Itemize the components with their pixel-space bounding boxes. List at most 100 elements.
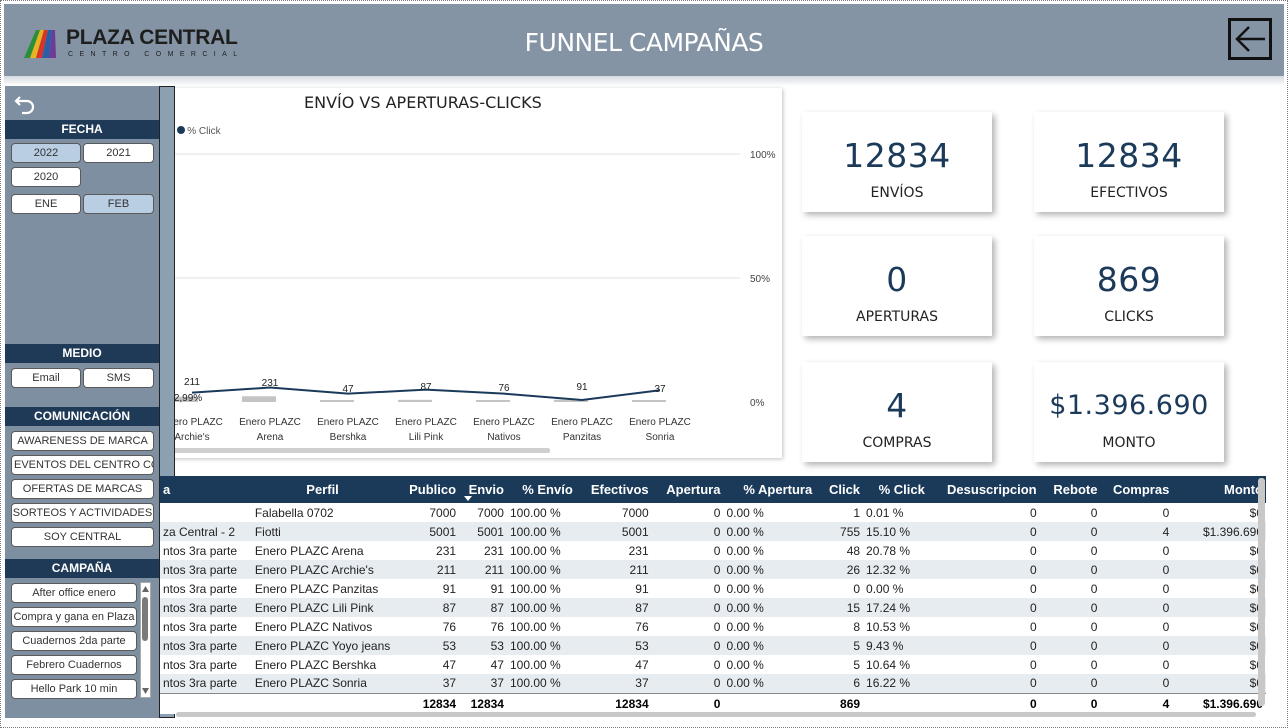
comunicacion-eventos-button[interactable]: EVENTOS DEL CENTRO COMERCIAL — [11, 455, 154, 475]
col-header-pct-apertura[interactable]: % Apertura — [723, 476, 816, 503]
table-vertical-scrollbar[interactable] — [1258, 478, 1265, 706]
table-cell: 755 — [815, 522, 864, 541]
table-row[interactable]: ntos 3ra parte Enero PLAZC Archie's 211 211… — [160, 560, 1266, 579]
col-header-monto[interactable]: Monto — [1172, 476, 1266, 503]
table-row[interactable]: ntos 3ra parte Enero PLAZC Yoyo jeans 53 53… — [160, 636, 1266, 655]
table-row[interactable]: ntos 3ra parte Enero PLAZC Bershka 47 47 100… — [160, 655, 1266, 674]
table-cell: 0 — [1039, 560, 1101, 579]
table-cell: 5001 — [393, 522, 460, 541]
x-axis-category-label: Enero PLAZC — [473, 417, 535, 428]
year-2021-button[interactable]: 2021 — [83, 143, 154, 163]
month-feb-button[interactable]: FEB — [83, 194, 154, 214]
back-button[interactable] — [1228, 18, 1272, 60]
table-row[interactable]: ntos 3ra parte Enero PLAZC Sonria 37 37 100.… — [160, 674, 1266, 693]
campana-item[interactable]: Compra y gana en Plaza — [11, 607, 137, 627]
col-header-pct-envio[interactable]: % Envío — [506, 476, 576, 503]
table-cell: 0 — [1090, 543, 1098, 558]
comunicacion-soy-central-button[interactable]: SOY CENTRAL — [11, 527, 154, 547]
fecha-title: FECHA — [5, 120, 159, 139]
col-header-efectivos[interactable]: Efectivos — [575, 476, 652, 503]
col-header-pct-click[interactable]: % Click — [863, 476, 928, 503]
year-2020-button[interactable]: 2020 — [11, 167, 81, 187]
campana-item[interactable]: After office enero — [11, 583, 137, 603]
bar-data-label: 231 — [262, 378, 279, 389]
table-cell: 7000 — [621, 505, 649, 520]
table-row[interactable]: ntos 3ra parte Enero PLAZC Lili Pink 87 87 1… — [160, 598, 1266, 617]
table-cell: 0 — [1029, 581, 1037, 596]
table-cell: 0 — [1039, 598, 1101, 617]
table-cell: 100.00 % — [509, 543, 561, 558]
table-cell: 10.64 % — [866, 657, 911, 672]
x-axis-category-label: Arena — [257, 432, 284, 443]
kpi-aperturas-card: 0 APERTURAS — [802, 236, 992, 336]
table-cell: 100.00 % — [506, 674, 576, 693]
table-cell: 91 — [490, 581, 504, 596]
col-header-apertura[interactable]: Apertura — [651, 476, 724, 503]
medio-email-button[interactable]: Email — [11, 368, 81, 388]
table-cell: Enero PLAZC Bershka — [254, 657, 377, 672]
table-total-cell — [506, 692, 576, 714]
x-axis-category-label: Bershka — [330, 432, 367, 443]
table-cell: 47 — [635, 657, 649, 672]
scroll-down-icon[interactable] — [141, 686, 150, 696]
table-total-cell: 4 — [1100, 692, 1173, 714]
table-row[interactable]: za Central - 2 Fiotti 5001 5001 100.00 % 5001… — [160, 522, 1266, 541]
col-header-publico[interactable]: Publico — [393, 476, 460, 503]
bar-envio — [398, 399, 432, 402]
col-header-campana[interactable]: a — [160, 476, 252, 503]
col-header-click[interactable]: Click — [815, 476, 864, 503]
table-cell: 0 — [1039, 522, 1101, 541]
table-horizontal-scrollbar[interactable] — [176, 712, 1256, 717]
table-total-cell: 12834 — [459, 692, 507, 714]
table-cell: 0 — [1100, 598, 1173, 617]
kpi-efectivos-card: 12834 EFECTIVOS — [1034, 112, 1224, 212]
table-row[interactable]: ntos 3ra parte Enero PLAZC Arena 231 231 100… — [160, 541, 1266, 560]
bar-data-label: 37 — [654, 384, 666, 395]
col-header-desuscripcion[interactable]: Desuscripcion — [927, 476, 1040, 503]
undo-icon[interactable] — [13, 92, 37, 116]
table-cell: 100.00 % — [506, 598, 576, 617]
campana-item[interactable]: Hello Park 10 min — [11, 679, 137, 699]
table-cell: 7000 — [429, 505, 457, 520]
campana-item[interactable]: Febrero Cuadernos — [11, 655, 137, 675]
table-cell: 100.00 % — [506, 522, 576, 541]
table-cell: 0 — [1162, 581, 1170, 596]
table-total-cell — [723, 692, 816, 714]
table-total-cell: 12834 — [575, 692, 652, 714]
kpi-clicks-label: CLICKS — [1104, 309, 1154, 325]
month-ene-button[interactable]: ENE — [11, 194, 81, 214]
table-cell: 37 — [459, 674, 507, 693]
header-shadow — [4, 76, 1284, 86]
table-cell: 87 — [393, 598, 460, 617]
table-cell: 0 — [1162, 657, 1170, 672]
table-row[interactable]: ntos 3ra parte Enero PLAZC Panzitas 91 91 10… — [160, 579, 1266, 598]
year-2022-button[interactable]: 2022 — [11, 143, 81, 163]
kpi-efectivos-label: EFECTIVOS — [1090, 185, 1168, 201]
medio-sms-button[interactable]: SMS — [83, 368, 154, 388]
campana-item[interactable]: Cuadernos 2da parte — [11, 631, 137, 651]
table-cell: 12.32 % — [863, 560, 928, 579]
col-header-envio[interactable]: Envio — [459, 476, 507, 503]
campana-scrollbar[interactable] — [140, 582, 151, 698]
table-cell: 0 — [1090, 657, 1098, 672]
table-cell: 100.00 % — [509, 581, 561, 596]
kpi-envios-card: 12834 ENVÍOS — [802, 112, 992, 212]
col-header-compras[interactable]: Compras — [1100, 476, 1173, 503]
table-row[interactable]: Falabella 0702 7000 7000 100.00 % 7000 0 0.00 … — [160, 503, 1266, 522]
table-cell: ntos 3ra parte — [160, 598, 252, 617]
comunicacion-sorteos-button[interactable]: SORTEOS Y ACTIVIDADES — [11, 503, 154, 523]
table-row[interactable]: ntos 3ra parte Enero PLAZC Nativos 76 76 100… — [160, 617, 1266, 636]
campana-scroll-thumb[interactable] — [142, 597, 148, 641]
kpi-monto-label: MONTO — [1102, 435, 1156, 451]
table-cell: 0 — [713, 619, 721, 634]
comunicacion-ofertas-button[interactable]: OFERTAS DE MARCAS — [11, 479, 154, 499]
scroll-up-icon[interactable] — [141, 584, 150, 594]
table-cell: $0 — [1249, 543, 1263, 558]
y-axis-tick-label: 0% — [750, 398, 765, 409]
table-cell: Enero PLAZC Panzitas — [254, 581, 379, 596]
col-header-perfil[interactable]: Perfil — [251, 476, 394, 503]
col-header-rebote[interactable]: Rebote — [1039, 476, 1101, 503]
table-cell: 0 — [713, 581, 721, 596]
comunicacion-awareness-button[interactable]: AWARENESS DE MARCA — [11, 431, 154, 451]
filter-sidebar: FECHA 2022 2021 2020 ENE FEB MEDIO Email… — [5, 86, 174, 718]
